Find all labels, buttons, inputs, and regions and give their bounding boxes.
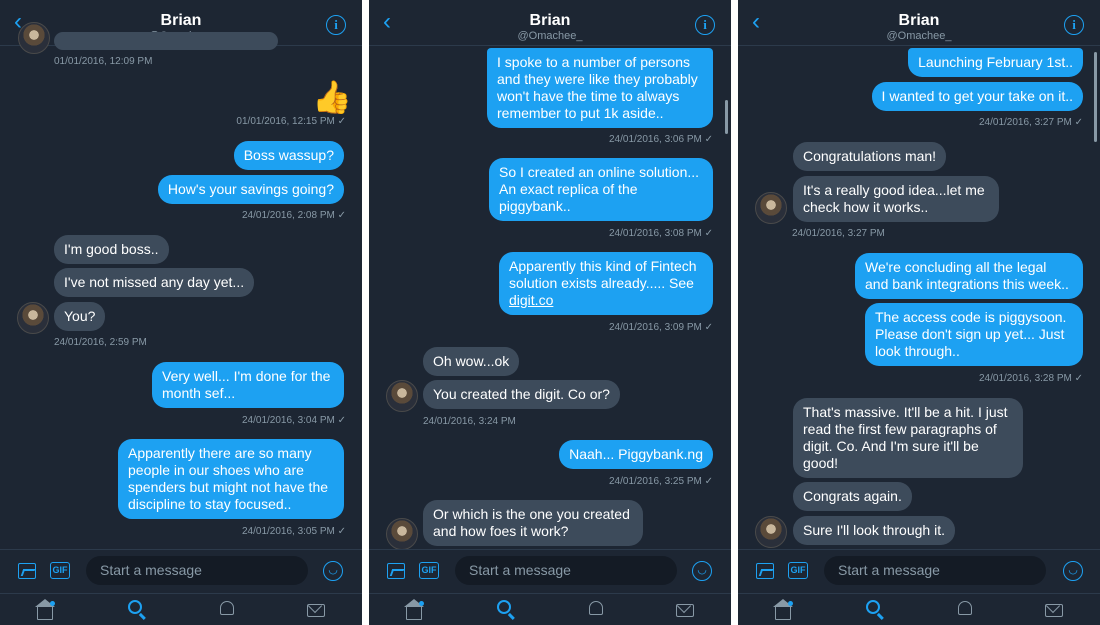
timestamp: 24/01/2016, 3:27 PM xyxy=(792,228,885,239)
image-icon[interactable] xyxy=(756,563,774,579)
message-bubble-incoming: I'm good boss.. xyxy=(54,235,169,264)
scrollbar[interactable] xyxy=(1094,52,1097,142)
timestamp: 24/01/2016, 2:08 PM ✓ xyxy=(241,210,346,221)
home-icon[interactable] xyxy=(35,599,55,620)
chat-panel-3: ‹ Brian @Omachee_ i Launching February 1… xyxy=(738,0,1100,625)
image-icon[interactable] xyxy=(18,563,36,579)
message-bubble-outgoing: Naah... Piggybank.ng xyxy=(559,440,713,469)
message-bubble-outgoing: The access code is piggysoon. Please don… xyxy=(865,303,1083,366)
message-bubble-outgoing: How's your savings going? xyxy=(157,175,344,204)
mail-icon[interactable] xyxy=(676,604,694,617)
emoji-icon[interactable]: ◡ xyxy=(692,561,712,581)
search-icon[interactable] xyxy=(497,600,511,614)
info-icon[interactable]: i xyxy=(695,15,715,35)
chat-header: ‹ Brian @Omachee_ i xyxy=(738,0,1100,46)
timestamp: 24/01/2016, 3:28 PM ✓ xyxy=(978,373,1083,384)
avatar xyxy=(18,22,50,54)
search-icon[interactable] xyxy=(866,600,880,614)
timestamp: 24/01/2016, 3:27 PM ✓ xyxy=(978,117,1083,128)
message-input[interactable]: Start a message xyxy=(455,556,677,585)
mail-icon[interactable] xyxy=(307,604,325,617)
message-bubble-incoming: You created the digit. Co or? xyxy=(423,380,620,409)
timestamp: 24/01/2016, 3:05 PM ✓ xyxy=(241,526,346,537)
message-text: Apparently this kind of Fintech solution… xyxy=(509,258,697,291)
chat-title: Brian xyxy=(529,12,571,29)
message-bubble-incoming: I've not missed any day yet... xyxy=(54,268,255,297)
message-bubble-incoming: Congratulations man! xyxy=(793,142,947,171)
partial-incoming-bubble xyxy=(54,32,278,50)
timestamp: 24/01/2016, 3:04 PM ✓ xyxy=(241,415,346,426)
message-bubble-outgoing: Launching February 1st.. xyxy=(908,48,1083,77)
timestamp: 24/01/2016, 3:24 PM xyxy=(423,416,516,427)
chat-handle: @Omachee_ xyxy=(517,30,583,42)
message-bubble-incoming: Oh wow...ok xyxy=(423,347,520,376)
timestamp: 24/01/2016, 3:25 PM ✓ xyxy=(608,476,713,487)
timestamp: 01/01/2016, 12:09 PM xyxy=(54,56,153,67)
emoji-icon[interactable]: ◡ xyxy=(323,561,343,581)
timestamp: 24/01/2016, 2:59 PM xyxy=(54,337,147,348)
message-bubble-outgoing: Very well... I'm done for the month sef.… xyxy=(152,362,344,408)
composer: GIF Start a message ◡ xyxy=(369,549,731,594)
thumbs-up-emoji: 👍 xyxy=(312,79,352,115)
notification-dot xyxy=(50,601,55,606)
message-bubble-incoming: You? xyxy=(54,302,106,331)
timestamp: 24/01/2016, 3:06 PM ✓ xyxy=(608,134,713,145)
message-bubble-incoming: Congrats again. xyxy=(793,482,912,511)
bell-icon[interactable] xyxy=(220,601,234,615)
message-bubble-outgoing: Apparently there are so many people in o… xyxy=(118,439,344,519)
message-bubble-incoming: That's massive. It'll be a hit. I just r… xyxy=(793,398,1023,478)
message-input[interactable]: Start a message xyxy=(86,556,308,585)
avatar xyxy=(386,518,418,550)
timestamp: 24/01/2016, 3:09 PM ✓ xyxy=(608,322,713,333)
tab-bar xyxy=(738,593,1100,625)
message-bubble-outgoing: I wanted to get your take on it.. xyxy=(871,82,1083,111)
home-icon[interactable] xyxy=(773,599,793,620)
chat-panel-1: ‹ Brian @Omachee_ i 01/01/2016, 12:09 PM… xyxy=(0,0,362,625)
chat-title: Brian xyxy=(160,12,202,29)
avatar xyxy=(755,516,787,548)
image-icon[interactable] xyxy=(387,563,405,579)
timestamp: 01/01/2016, 12:15 PM ✓ xyxy=(236,116,346,127)
message-bubble-outgoing: We're concluding all the legal and bank … xyxy=(855,253,1083,299)
message-bubble-incoming: Sure I'll look through it. xyxy=(793,516,955,545)
message-link[interactable]: digit.co xyxy=(509,292,553,308)
search-icon[interactable] xyxy=(128,600,142,614)
message-bubble-outgoing: Boss wassup? xyxy=(233,141,344,170)
notification-dot xyxy=(788,601,793,606)
bell-icon[interactable] xyxy=(589,601,603,615)
info-icon[interactable]: i xyxy=(1064,15,1084,35)
gif-icon[interactable]: GIF xyxy=(50,562,70,579)
message-bubble-incoming: Or which is the one you created and how … xyxy=(423,500,643,546)
tab-bar xyxy=(0,593,362,625)
notification-dot xyxy=(419,601,424,606)
home-icon[interactable] xyxy=(404,599,424,620)
composer: GIF Start a message ◡ xyxy=(0,549,362,594)
avatar xyxy=(386,380,418,412)
chat-panel-2: ‹ Brian @Omachee_ i I spoke to a number … xyxy=(369,0,731,625)
info-icon[interactable]: i xyxy=(326,15,346,35)
message-bubble-outgoing: So I created an online solution... An ex… xyxy=(489,158,713,221)
message-bubble-outgoing: Apparently this kind of Fintech solution… xyxy=(499,252,713,315)
timestamp: 24/01/2016, 3:08 PM ✓ xyxy=(608,228,713,239)
composer: GIF Start a message ◡ xyxy=(738,549,1100,594)
gif-icon[interactable]: GIF xyxy=(788,562,808,579)
gif-icon[interactable]: GIF xyxy=(419,562,439,579)
message-input[interactable]: Start a message xyxy=(824,556,1046,585)
message-bubble-outgoing: I spoke to a number of persons and they … xyxy=(487,48,713,128)
avatar xyxy=(17,302,49,334)
chat-header: ‹ Brian @Omachee_ i xyxy=(369,0,731,46)
message-bubble-incoming: It's a really good idea...let me check h… xyxy=(793,176,999,222)
tab-bar xyxy=(369,593,731,625)
emoji-icon[interactable]: ◡ xyxy=(1063,561,1083,581)
chat-handle: @Omachee_ xyxy=(886,30,952,42)
chat-title: Brian xyxy=(898,12,940,29)
mail-icon[interactable] xyxy=(1045,604,1063,617)
scrollbar[interactable] xyxy=(725,100,728,134)
bell-icon[interactable] xyxy=(958,601,972,615)
avatar xyxy=(755,192,787,224)
